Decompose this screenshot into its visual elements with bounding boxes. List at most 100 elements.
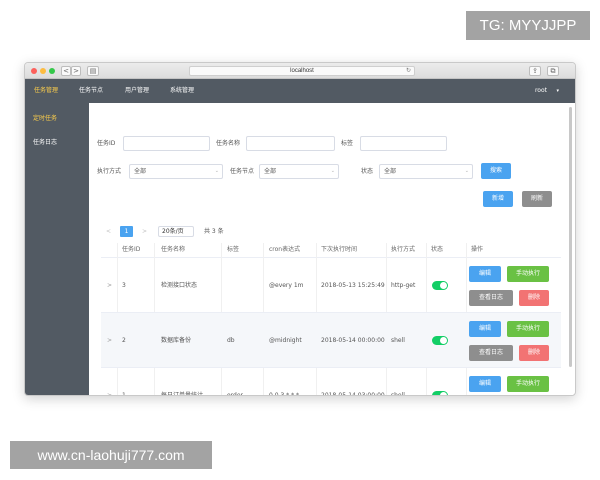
- column-header-task-id: 任务ID: [122, 246, 141, 253]
- column-header-cron: cron表达式: [269, 246, 301, 253]
- back-icon[interactable]: <: [61, 66, 71, 76]
- view-log-button[interactable]: 查看日志: [469, 290, 513, 306]
- cell-cron: @every 1m: [269, 282, 304, 289]
- task-id-input[interactable]: [123, 136, 210, 151]
- pager-next-icon[interactable]: >: [142, 226, 147, 237]
- cell-task-id: 1: [122, 392, 126, 396]
- toggle-knob: [440, 337, 447, 344]
- main-content: 任务ID 任务名称 标签 执行方式 全部 ⌄ 任务节点 全部 ⌄ 状态 全部 ⌄…: [89, 103, 573, 396]
- pager-prev-icon[interactable]: <: [106, 226, 111, 237]
- nav-item-user-management[interactable]: 用户管理: [125, 79, 149, 103]
- node-select[interactable]: 全部 ⌄: [259, 164, 339, 179]
- cell-exec-mode: shell: [391, 337, 405, 344]
- user-menu[interactable]: root: [535, 79, 547, 103]
- maximize-window-icon[interactable]: [49, 68, 55, 74]
- top-nav: 任务管理 任务节点 用户管理 系统管理 root ▾: [25, 79, 575, 103]
- toggle-knob: [440, 282, 447, 289]
- chevron-down-icon[interactable]: ▾: [556, 79, 559, 103]
- watermark-top: TG: MYYJJPP: [466, 11, 590, 40]
- cell-cron: 0 0 3 * * *: [269, 392, 299, 396]
- close-window-icon[interactable]: [31, 68, 37, 74]
- share-icon[interactable]: ⇪: [529, 66, 541, 76]
- status-select[interactable]: 全部 ⌄: [379, 164, 473, 179]
- nav-item-task-nodes[interactable]: 任务节点: [79, 79, 103, 103]
- minimize-window-icon[interactable]: [40, 68, 46, 74]
- page-size-select[interactable]: 20条/页: [158, 226, 194, 237]
- column-header-task-name: 任务名称: [161, 246, 186, 253]
- expand-row-icon[interactable]: >: [107, 258, 112, 313]
- cell-next-run: 2018-05-14 00:00:00: [321, 337, 385, 344]
- status-toggle[interactable]: [432, 391, 448, 395]
- refresh-button[interactable]: 刷新: [522, 191, 552, 207]
- sidebar-item-scheduled-tasks[interactable]: 定时任务: [25, 107, 89, 131]
- run-now-button[interactable]: 手动执行: [507, 376, 549, 392]
- nav-item-task-management[interactable]: 任务管理: [34, 79, 58, 103]
- page: TG: MYYJJPP < > ▤ localhost ↻ ⇪ ⧉ 任务管理 任…: [0, 0, 600, 480]
- column-header-exec-mode: 执行方式: [391, 246, 416, 253]
- toggle-knob: [440, 392, 447, 395]
- view-log-button[interactable]: 查看日志: [469, 345, 513, 361]
- tag-input[interactable]: [360, 136, 447, 151]
- edit-button[interactable]: 编辑: [469, 321, 501, 337]
- browser-window: < > ▤ localhost ↻ ⇪ ⧉ 任务管理 任务节点 用户管理 系统管…: [24, 62, 576, 396]
- pager-current-page[interactable]: 1: [120, 226, 133, 237]
- exec-mode-label: 执行方式: [97, 168, 122, 175]
- nav-item-system-management[interactable]: 系统管理: [170, 79, 194, 103]
- cell-exec-mode: http-get: [391, 282, 416, 289]
- status-value: 全部: [384, 168, 397, 175]
- watermark-bottom: www.cn-laohuji777.com: [10, 441, 212, 469]
- status-toggle[interactable]: [432, 281, 448, 290]
- task-table: 任务ID 任务名称 标签 cron表达式 下次执行时间 执行方式 状态 操作 >…: [101, 243, 561, 396]
- sidebar-toggle-icon[interactable]: ▤: [87, 66, 99, 76]
- chevron-down-icon: ⌄: [330, 168, 335, 174]
- search-button[interactable]: 搜索: [481, 163, 511, 179]
- column-header-status: 状态: [431, 246, 444, 253]
- cell-task-name: 每日订单量统计: [161, 392, 204, 396]
- node-value: 全部: [264, 168, 277, 175]
- delete-button[interactable]: 删除: [519, 345, 549, 361]
- cell-exec-mode: shell: [391, 392, 405, 396]
- browser-titlebar: < > ▤ localhost ↻ ⇪ ⧉: [25, 63, 575, 79]
- table-row: > 1 每日订单量统计 order 0 0 3 * * * 2018-05-14…: [101, 368, 561, 396]
- status-label: 状态: [361, 168, 374, 175]
- cell-tag: db: [227, 337, 235, 344]
- cell-tag: order: [227, 392, 243, 396]
- table-row: > 3 检测接口状态 @every 1m 2018-05-13 15:25:49…: [101, 258, 561, 313]
- task-id-label: 任务ID: [97, 140, 116, 147]
- tabs-icon[interactable]: ⧉: [547, 66, 559, 76]
- chevron-down-icon: ⌄: [464, 168, 469, 174]
- cell-next-run: 2018-05-13 15:25:49: [321, 282, 385, 289]
- cell-cron: @midnight: [269, 337, 302, 344]
- exec-mode-select[interactable]: 全部 ⌄: [129, 164, 223, 179]
- edit-button[interactable]: 编辑: [469, 376, 501, 392]
- table-row: > 2 数据库备份 db @midnight 2018-05-14 00:00:…: [101, 313, 561, 368]
- task-name-input[interactable]: [246, 136, 335, 151]
- expand-row-icon[interactable]: >: [107, 368, 112, 395]
- cell-task-name: 数据库备份: [161, 337, 192, 344]
- cell-next-run: 2018-05-14 03:00:00: [321, 392, 385, 396]
- reload-icon[interactable]: ↻: [406, 67, 411, 75]
- chevron-down-icon: ⌄: [214, 168, 219, 174]
- add-button[interactable]: 新增: [483, 191, 513, 207]
- cell-task-id: 3: [122, 282, 126, 289]
- expand-row-icon[interactable]: >: [107, 313, 112, 368]
- delete-button[interactable]: 删除: [519, 290, 549, 306]
- forward-icon[interactable]: >: [71, 66, 81, 76]
- scrollbar[interactable]: [569, 107, 572, 367]
- tag-label: 标签: [341, 140, 354, 147]
- status-toggle[interactable]: [432, 336, 448, 345]
- url-text: localhost: [290, 68, 314, 74]
- run-now-button[interactable]: 手动执行: [507, 321, 549, 337]
- address-bar[interactable]: localhost ↻: [189, 66, 415, 76]
- task-name-label: 任务名称: [216, 140, 241, 147]
- cell-task-name: 检测接口状态: [161, 282, 198, 289]
- column-header-next-run: 下次执行时间: [321, 246, 358, 253]
- node-label: 任务节点: [230, 168, 255, 175]
- edit-button[interactable]: 编辑: [469, 266, 501, 282]
- pager-total: 共 3 条: [204, 228, 224, 235]
- run-now-button[interactable]: 手动执行: [507, 266, 549, 282]
- column-header-actions: 操作: [471, 246, 484, 253]
- sidebar-item-task-logs[interactable]: 任务日志: [25, 131, 89, 155]
- column-header-tag: 标签: [227, 246, 240, 253]
- exec-mode-value: 全部: [134, 168, 147, 175]
